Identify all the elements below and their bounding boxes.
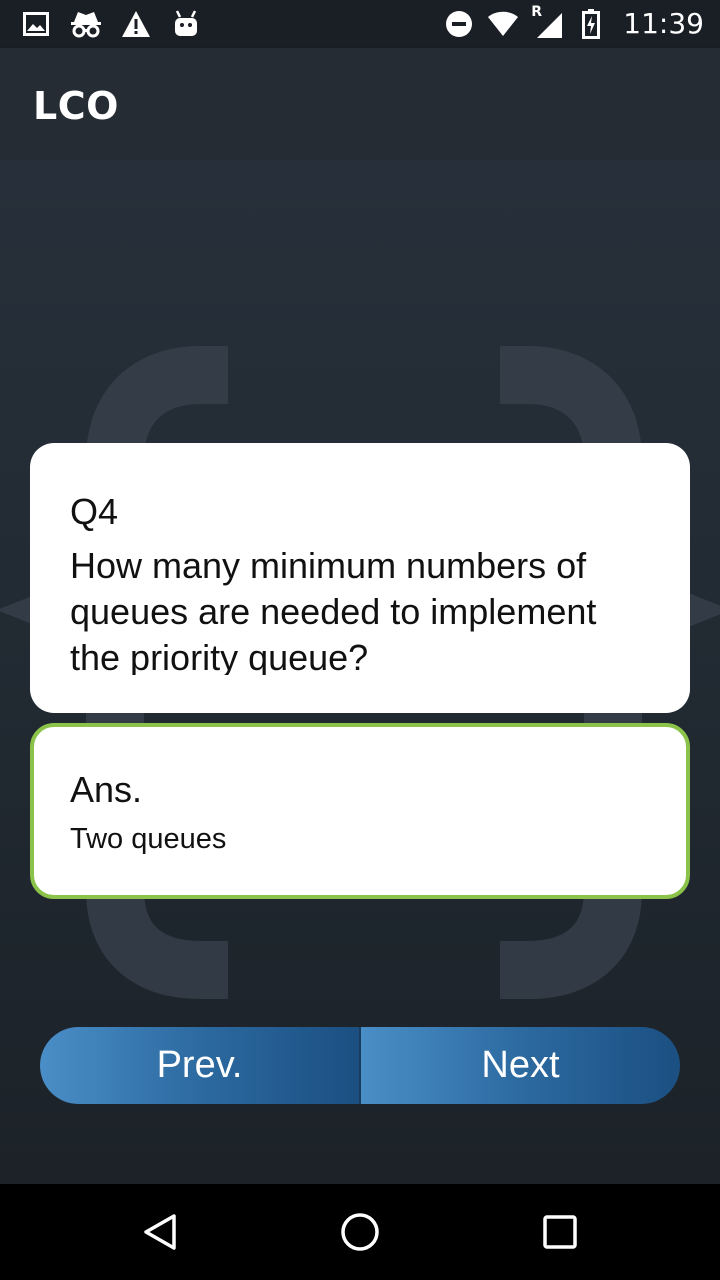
answer-text: Two queues — [70, 823, 227, 855]
app-bar: LCO — [0, 48, 720, 160]
home-icon[interactable] — [340, 1212, 380, 1252]
next-button[interactable]: Next — [361, 1027, 680, 1104]
app-title: LCO — [33, 84, 119, 128]
recents-icon[interactable] — [540, 1212, 580, 1252]
status-bar-notifications — [20, 8, 202, 40]
status-bar-system: R 11:39 — [443, 4, 704, 40]
answer-card[interactable]: Ans. Two queues — [30, 723, 690, 899]
back-icon[interactable] — [140, 1212, 180, 1252]
android-icon — [170, 8, 202, 40]
signal-roaming-icon: R — [531, 4, 563, 40]
system-nav-bar — [0, 1184, 720, 1280]
answer-label: Ans. — [70, 769, 143, 810]
navigation-buttons: Prev. Next — [40, 1027, 680, 1104]
image-icon — [20, 8, 52, 40]
incognito-icon — [70, 8, 102, 40]
question-card: Q4 How many minimum numbers of queues ar… — [30, 443, 690, 713]
question-number: Q4 — [70, 491, 119, 532]
prev-button[interactable]: Prev. — [40, 1027, 359, 1104]
status-bar-clock: 11:39 — [623, 7, 704, 40]
wifi-icon — [487, 8, 519, 40]
question-text: How many minimum numbers of queues are n… — [70, 545, 597, 675]
do-not-disturb-icon — [443, 8, 475, 40]
warning-icon — [120, 8, 152, 40]
battery-charging-icon — [575, 8, 607, 40]
status-bar: R 11:39 — [0, 0, 720, 48]
roaming-indicator: R — [531, 4, 543, 20]
